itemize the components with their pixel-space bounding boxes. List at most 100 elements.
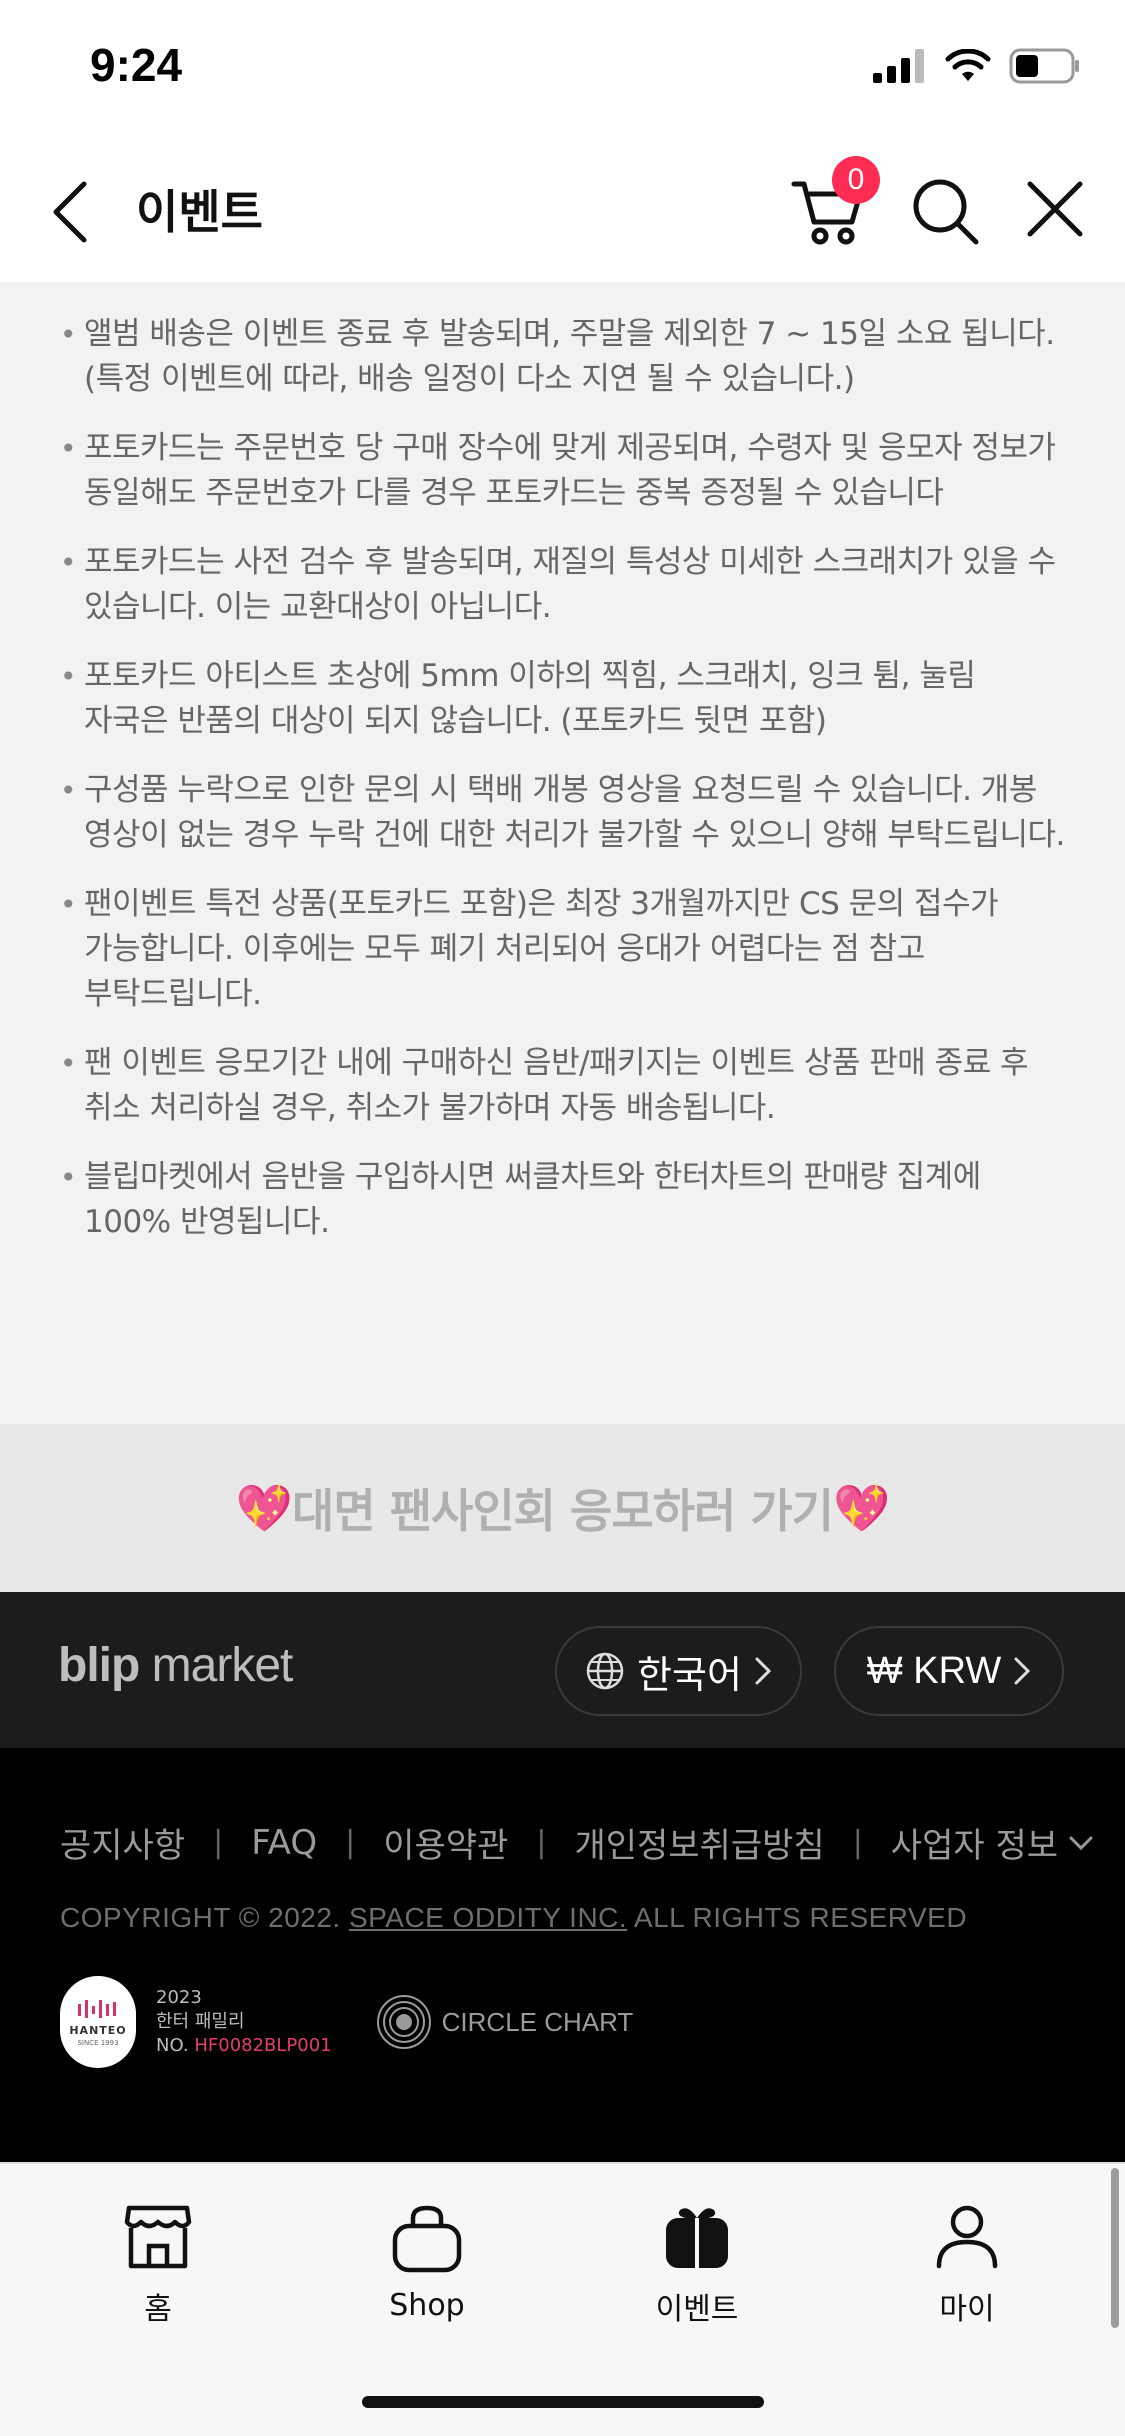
notice-text: 구성품 누락으로 인한 문의 시 택배 개봉 영상을 요청드릴 수 있습니다. … bbox=[84, 772, 1065, 853]
divider: | bbox=[345, 1825, 356, 1860]
tab-label: 홈 bbox=[144, 2292, 172, 2327]
divider: | bbox=[536, 1825, 547, 1860]
signal-icon bbox=[873, 49, 924, 83]
footer-link-privacy[interactable]: 개인정보취급방침 bbox=[574, 1818, 824, 1867]
notice-text: 팬 이벤트 응모기간 내에 구매하신 음반/패키지는 이벤트 상품 판매 종료 … bbox=[84, 1045, 1029, 1126]
person-icon bbox=[936, 2205, 998, 2269]
home-indicator[interactable] bbox=[362, 2396, 764, 2408]
bullet: • bbox=[60, 546, 77, 579]
divider: | bbox=[852, 1825, 863, 1860]
hanteo-since: SINCE 1993 bbox=[77, 2038, 119, 2047]
list-item: • 팬이벤트 특전 상품(포토카드 포함)은 최장 3개월까지만 CS 문의 접수… bbox=[60, 882, 1065, 1017]
chevron-right-icon bbox=[1014, 1657, 1031, 1685]
shopping-bag-icon bbox=[392, 2205, 462, 2273]
fansign-apply-button[interactable]: 💖 대면 팬사인회 응모하러 가기 💖 bbox=[0, 1424, 1125, 1592]
back-button[interactable] bbox=[40, 172, 100, 252]
tab-label: Shop bbox=[389, 2288, 465, 2323]
list-item: • 팬 이벤트 응모기간 내에 구매하신 음반/패키지는 이벤트 상품 판매 종료… bbox=[60, 1041, 1065, 1131]
notice-text: 팬이벤트 특전 상품(포토카드 포함)은 최장 3개월까지만 CS 문의 접수가… bbox=[84, 886, 999, 1012]
list-item: • 앨범 배송은 이벤트 종료 후 발송되며, 주말을 제외한 7 ~ 15일 소… bbox=[60, 312, 1065, 402]
chevron-down-icon[interactable] bbox=[1068, 1833, 1094, 1853]
bullet: • bbox=[60, 888, 77, 921]
bullet: • bbox=[60, 660, 77, 693]
copyright-suffix: ALL RIGHTS RESERVED bbox=[627, 1902, 968, 1933]
cta-label: 대면 팬사인회 응모하러 가기 bbox=[292, 1484, 834, 1538]
gift-icon bbox=[666, 2208, 728, 2268]
hanteo-family-info: 2023 한터 패밀리 NO. HF0082BLP001 bbox=[156, 1986, 332, 2058]
circle-chart-label: CIRCLE CHART bbox=[441, 2006, 634, 2037]
copyright-prefix: COPYRIGHT © 2022. bbox=[60, 1902, 349, 1933]
blip-market-logo[interactable]: blip market bbox=[58, 1638, 294, 1693]
sparkling-heart-icon: 💖 bbox=[832, 1480, 890, 1535]
list-item: • 포토카드는 사전 검수 후 발송되며, 재질의 특성상 미세한 스크래치가 있… bbox=[60, 540, 1065, 630]
hanteo-logo: HANTEO SINCE 1993 bbox=[60, 1976, 136, 2068]
close-button[interactable] bbox=[1020, 174, 1090, 250]
battery-icon bbox=[1009, 48, 1079, 84]
status-time: 9:24 bbox=[90, 39, 183, 91]
cart-count-badge: 0 bbox=[832, 156, 880, 204]
footer-top: blip market 한국어 ₩ KRW bbox=[0, 1592, 1125, 1748]
list-item: • 구성품 누락으로 인한 문의 시 택배 개봉 영상을 요청드릴 수 있습니다.… bbox=[60, 768, 1065, 858]
store-icon bbox=[124, 2205, 192, 2269]
notice-list: • 앨범 배송은 이벤트 종료 후 발송되며, 주말을 제외한 7 ~ 15일 소… bbox=[0, 282, 1125, 1422]
logo-rest: market bbox=[139, 1639, 294, 1692]
hanteo-number: HF0082BLP001 bbox=[194, 2035, 332, 2056]
hanteo-number-line: NO. HF0082BLP001 bbox=[156, 2034, 332, 2058]
tab-my[interactable]: 마이 bbox=[887, 2204, 1047, 2328]
sparkling-heart-icon: 💖 bbox=[235, 1480, 293, 1535]
hanteo-brand: HANTEO bbox=[69, 2023, 127, 2037]
scrollbar[interactable] bbox=[1111, 2168, 1119, 2328]
circle-chart-logo: CIRCLE CHART bbox=[376, 1994, 634, 2050]
notice-text: 포토카드는 사전 검수 후 발송되며, 재질의 특성상 미세한 스크래치가 있을… bbox=[84, 544, 1056, 625]
currency-selector[interactable]: ₩ KRW bbox=[834, 1626, 1064, 1716]
divider: | bbox=[213, 1825, 224, 1860]
top-nav-bar: 이벤트 bbox=[0, 140, 1125, 282]
bullet: • bbox=[60, 1161, 77, 1194]
hanteo-no-label: NO. bbox=[156, 2035, 195, 2056]
hanteo-bars-icon bbox=[78, 1999, 116, 2018]
hanteo-family: 한터 패밀리 bbox=[156, 2011, 245, 2032]
bullet: • bbox=[60, 318, 77, 351]
status-bar: 9:24 bbox=[0, 0, 1125, 140]
currency-label: ₩ KRW bbox=[866, 1649, 1002, 1692]
search-icon bbox=[913, 179, 979, 245]
footer-links: 공지사항 | FAQ | 이용약관 | 개인정보취급방침 | 사업자 정보 bbox=[60, 1818, 1094, 1867]
notice-text: 포토카드 아티스트 초상에 5mm 이하의 찍힘, 스크래치, 잉크 튐, 눌림… bbox=[84, 658, 976, 739]
footer-link-notice[interactable]: 공지사항 bbox=[60, 1818, 185, 1867]
list-item: • 포토카드 아티스트 초상에 5mm 이하의 찍힘, 스크래치, 잉크 튐, 눌… bbox=[60, 654, 1065, 744]
bullet: • bbox=[60, 432, 77, 465]
language-label: 한국어 bbox=[637, 1652, 742, 1697]
footer-link-business-info[interactable]: 사업자 정보 bbox=[891, 1818, 1058, 1867]
tab-label: 마이 bbox=[939, 2292, 995, 2327]
bullet: • bbox=[60, 774, 77, 807]
tab-shop[interactable]: Shop bbox=[347, 2204, 507, 2323]
status-icons bbox=[873, 48, 1081, 84]
list-item: • 포토카드는 주문번호 당 구매 장수에 맞게 제공되며, 수령자 및 응모자 … bbox=[60, 426, 1065, 516]
page-title: 이벤트 bbox=[136, 185, 263, 239]
chevron-left-icon bbox=[53, 181, 87, 243]
footer-link-terms[interactable]: 이용약관 bbox=[383, 1818, 508, 1867]
notice-text: 블립마켓에서 음반을 구입하시면 써클차트와 한터차트의 판매량 집계에 100… bbox=[84, 1159, 981, 1240]
company-link[interactable]: SPACE ODDITY INC. bbox=[349, 1902, 627, 1933]
certification-badges: HANTEO SINCE 1993 2023 한터 패밀리 NO. HF0082… bbox=[60, 1976, 633, 2068]
chevron-right-icon bbox=[755, 1657, 772, 1685]
bullet: • bbox=[60, 1047, 77, 1080]
tab-label: 이벤트 bbox=[655, 2292, 739, 2327]
search-button[interactable] bbox=[908, 174, 984, 250]
bottom-tab-bar: 홈 Shop 이벤트 마이 bbox=[0, 2162, 1125, 2436]
globe-icon bbox=[586, 1652, 624, 1690]
list-item: • 블립마켓에서 음반을 구입하시면 써클차트와 한터차트의 판매량 집계에 10… bbox=[60, 1155, 1065, 1245]
close-icon bbox=[1027, 181, 1083, 237]
wifi-icon bbox=[945, 49, 991, 81]
hanteo-year: 2023 bbox=[156, 1987, 202, 2008]
footer-link-faq[interactable]: FAQ bbox=[251, 1823, 317, 1863]
circle-chart-icon bbox=[376, 1995, 431, 2049]
tab-event[interactable]: 이벤트 bbox=[617, 2204, 777, 2328]
logo-bold: blip bbox=[58, 1639, 140, 1692]
copyright: COPYRIGHT © 2022. SPACE ODDITY INC. ALL … bbox=[60, 1902, 967, 1934]
language-selector[interactable]: 한국어 bbox=[555, 1626, 802, 1716]
footer-bottom: 공지사항 | FAQ | 이용약관 | 개인정보취급방침 | 사업자 정보 CO… bbox=[0, 1748, 1125, 2162]
notice-text: 포토카드는 주문번호 당 구매 장수에 맞게 제공되며, 수령자 및 응모자 정… bbox=[84, 430, 1056, 511]
tab-home[interactable]: 홈 bbox=[78, 2204, 238, 2328]
notice-text: 앨범 배송은 이벤트 종료 후 발송되며, 주말을 제외한 7 ~ 15일 소요… bbox=[84, 316, 1055, 397]
